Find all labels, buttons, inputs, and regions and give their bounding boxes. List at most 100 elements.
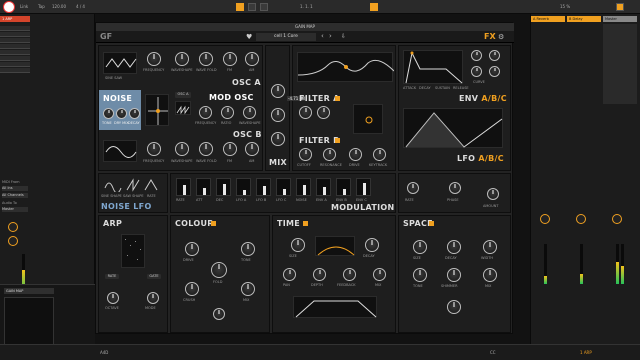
- time-enable-button[interactable]: [303, 221, 308, 226]
- send-a-knob[interactable]: [8, 222, 18, 232]
- mod-step-slider[interactable]: [296, 178, 311, 196]
- space-output-knob[interactable]: [447, 300, 461, 314]
- osc-b-wavefold-knob[interactable]: [199, 142, 213, 156]
- mod-step-slider[interactable]: [216, 178, 231, 196]
- colour-fold-knob[interactable]: [211, 262, 227, 278]
- tap-label[interactable]: Tap: [38, 4, 45, 9]
- time-feedback-knob[interactable]: [343, 268, 356, 281]
- stop-button[interactable]: [248, 3, 256, 11]
- clip-slot[interactable]: [0, 26, 30, 31]
- lfo-shape-icons[interactable]: [103, 178, 163, 192]
- record-button[interactable]: [260, 3, 268, 11]
- lfo-rate-knob[interactable]: [407, 182, 419, 194]
- save-icon[interactable]: ⇩: [341, 33, 346, 40]
- mod-step-slider[interactable]: [276, 178, 291, 196]
- return-track-b[interactable]: B Delay: [567, 16, 601, 22]
- space-mix-knob[interactable]: [483, 268, 497, 282]
- settings-gear-icon[interactable]: ⚙: [498, 33, 504, 41]
- time-pan-knob[interactable]: [283, 268, 296, 281]
- colour-drive-knob[interactable]: [185, 242, 199, 256]
- arp-mode-knob[interactable]: [147, 292, 159, 304]
- noise-drymix-knob[interactable]: [116, 108, 127, 119]
- pan-knob[interactable]: [612, 214, 622, 224]
- midi-from-select[interactable]: All Ins: [2, 186, 28, 191]
- mod-step-slider[interactable]: [196, 178, 211, 196]
- heart-icon[interactable]: ♥: [246, 33, 254, 41]
- filter-cutoff-knob[interactable]: [299, 106, 312, 119]
- clip-slot[interactable]: [0, 68, 30, 73]
- time-depth-knob[interactable]: [313, 268, 326, 281]
- osc-a-waveshape-knob[interactable]: [175, 52, 189, 66]
- lfo-phase-knob[interactable]: [449, 182, 461, 194]
- mix-osc-b-knob[interactable]: [271, 132, 285, 146]
- osc-a-am-knob[interactable]: [245, 52, 259, 66]
- colour-tone-knob[interactable]: [241, 242, 255, 256]
- mod-step-slider[interactable]: [256, 178, 271, 196]
- env-decay-knob[interactable]: [489, 50, 500, 61]
- colour-mix-knob[interactable]: [241, 282, 255, 296]
- colour-output-knob[interactable]: [213, 308, 225, 320]
- arp-gate-select[interactable]: GATE: [147, 274, 161, 279]
- mod-osc-waveshape-knob[interactable]: [243, 106, 256, 119]
- audio-to-select[interactable]: Master: [2, 207, 28, 212]
- filter-keytrack-knob[interactable]: [323, 148, 336, 161]
- osc-b-waveshape-knob[interactable]: [175, 142, 189, 156]
- position-display[interactable]: 1. 1. 1: [300, 4, 313, 9]
- space-tone-knob[interactable]: [413, 268, 427, 282]
- space-decay-knob[interactable]: [447, 240, 461, 254]
- mod-step-slider[interactable]: [336, 178, 351, 196]
- space-shimmer-knob[interactable]: [447, 268, 461, 282]
- space-width-knob[interactable]: [483, 240, 497, 254]
- mix-noise-knob[interactable]: [271, 108, 285, 122]
- clip-slot[interactable]: [0, 38, 30, 43]
- prev-preset-icon[interactable]: ‹: [321, 32, 324, 40]
- filter-b-cutoff-knob[interactable]: [349, 148, 362, 161]
- osc-b-fm-knob[interactable]: [223, 142, 237, 156]
- clip-slot[interactable]: [0, 44, 30, 49]
- preset-select[interactable]: cell 1 Core: [256, 33, 316, 41]
- mod-osc-ratio-knob[interactable]: [221, 106, 234, 119]
- mix-osc-a-knob[interactable]: [271, 84, 285, 98]
- time-decay-knob[interactable]: [365, 238, 379, 252]
- mod-osc-frequency-knob[interactable]: [199, 106, 212, 119]
- master-track[interactable]: Master: [603, 16, 637, 22]
- mod-osc-target[interactable]: OSC A: [175, 92, 191, 98]
- filter-resonance-knob[interactable]: [317, 106, 330, 119]
- link-label[interactable]: Link: [20, 4, 28, 9]
- colour-crush-knob[interactable]: [185, 282, 199, 296]
- device-title[interactable]: GAIN MAP: [4, 288, 54, 294]
- noise-tone-knob[interactable]: [103, 108, 114, 119]
- osc-b-am-knob[interactable]: [245, 142, 259, 156]
- lfo-amount-knob[interactable]: [487, 188, 499, 200]
- return-track-a[interactable]: A Reverb: [531, 16, 565, 22]
- pan-knob[interactable]: [576, 214, 586, 224]
- clip-slot[interactable]: [0, 50, 30, 55]
- bottom-track-label[interactable]: 1 ARP: [580, 350, 592, 355]
- clip-slot[interactable]: [0, 62, 30, 67]
- filter-xy-pad[interactable]: [353, 104, 383, 134]
- pan-knob[interactable]: [540, 214, 550, 224]
- track-header[interactable]: 1 ARP: [0, 16, 30, 22]
- env-sustain-knob[interactable]: [471, 66, 482, 77]
- space-enable-button[interactable]: [429, 221, 434, 226]
- time-mix-knob[interactable]: [373, 268, 386, 281]
- fx-button[interactable]: FX: [484, 32, 496, 41]
- filter-b-enable-button[interactable]: [335, 138, 340, 143]
- next-preset-icon[interactable]: ›: [329, 32, 332, 40]
- mod-step-slider[interactable]: [316, 178, 331, 196]
- arp-octave-knob[interactable]: [107, 292, 119, 304]
- clip-slot[interactable]: [0, 32, 30, 37]
- lfo-selector[interactable]: A/B/C: [478, 154, 504, 163]
- mod-step-slider[interactable]: [356, 178, 371, 196]
- osc-a-wavefold-knob[interactable]: [199, 52, 213, 66]
- noise-decay-knob[interactable]: [129, 108, 140, 119]
- send-b-knob[interactable]: [8, 236, 18, 246]
- arp-rate-select[interactable]: RATE: [105, 274, 119, 279]
- osc-a-fm-knob[interactable]: [223, 52, 237, 66]
- loop-button[interactable]: [370, 3, 378, 11]
- colour-enable-button[interactable]: [211, 221, 216, 226]
- env-release-knob[interactable]: [489, 66, 500, 77]
- tempo-display[interactable]: 120.00: [52, 4, 66, 9]
- filter-drive-knob[interactable]: [299, 148, 312, 161]
- clip-slot[interactable]: [0, 56, 30, 61]
